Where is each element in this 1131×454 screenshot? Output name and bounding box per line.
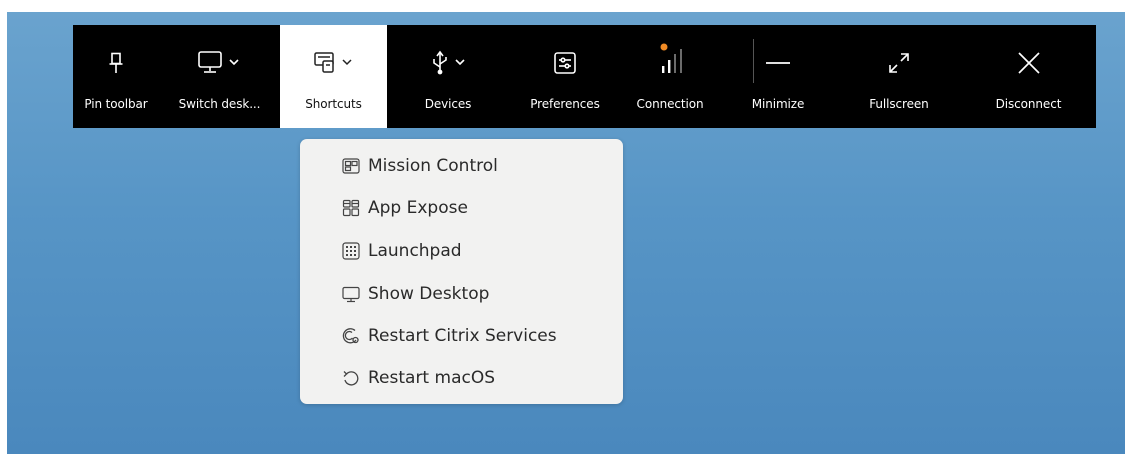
- menu-item-restart-citrix-services[interactable]: Restart Citrix Services: [342, 321, 557, 351]
- launchpad-icon: [342, 242, 360, 260]
- app-expose-icon: [342, 199, 360, 217]
- fullscreen-label: Fullscreen: [869, 97, 929, 111]
- menu-item-app-expose[interactable]: App Expose: [342, 193, 468, 223]
- pin-toolbar-button[interactable]: Pin toolbar: [73, 25, 159, 128]
- minimize-button[interactable]: Minimize: [719, 25, 837, 128]
- devices-label: Devices: [424, 97, 472, 111]
- monitor-icon: [159, 47, 280, 79]
- minimize-icon: [719, 47, 837, 79]
- fullscreen-button[interactable]: Fullscreen: [837, 25, 961, 128]
- close-icon: [961, 47, 1096, 79]
- restart-icon: [342, 369, 360, 387]
- citrix-toolbar: Pin toolbar Switch desk... Shortcuts Dev…: [73, 25, 1096, 128]
- pin-icon: [73, 47, 159, 79]
- menu-item-show-desktop[interactable]: Show Desktop: [342, 279, 489, 309]
- minimize-label: Minimize: [751, 97, 805, 111]
- restart-services-icon: [342, 327, 360, 345]
- show-desktop-icon: [342, 285, 360, 303]
- menu-item-launchpad[interactable]: Launchpad: [342, 236, 462, 266]
- menu-item-label: App Expose: [368, 198, 468, 218]
- disconnect-label: Disconnect: [995, 97, 1062, 111]
- devices-button[interactable]: Devices: [387, 25, 509, 128]
- menu-item-label: Restart macOS: [368, 368, 496, 388]
- switch-desktop-button[interactable]: Switch desk...: [159, 25, 280, 128]
- menu-item-label: Restart Citrix Services: [368, 326, 557, 346]
- preferences-button[interactable]: Preferences: [509, 25, 621, 128]
- shortcuts-menu: Mission Control App Expose Launchpad Sho…: [300, 139, 623, 404]
- switch-desktop-label: Switch desk...: [178, 97, 261, 111]
- toolbar-divider: [753, 39, 754, 83]
- pin-toolbar-label: Pin toolbar: [84, 97, 148, 111]
- menu-item-mission-control[interactable]: Mission Control: [342, 151, 498, 181]
- usb-icon: [387, 47, 509, 79]
- preferences-icon: [509, 47, 621, 79]
- connection-button[interactable]: Connection: [621, 25, 719, 128]
- fullscreen-icon: [837, 47, 961, 79]
- signal-icon: [621, 43, 719, 79]
- menu-item-label: Mission Control: [368, 156, 498, 176]
- connection-label: Connection: [636, 97, 704, 111]
- shortcuts-button[interactable]: Shortcuts: [280, 25, 387, 128]
- preferences-label: Preferences: [530, 97, 600, 111]
- shortcuts-icon: [280, 47, 387, 79]
- disconnect-button[interactable]: Disconnect: [961, 25, 1096, 128]
- shortcuts-label: Shortcuts: [305, 97, 362, 111]
- menu-item-label: Show Desktop: [368, 284, 490, 304]
- menu-item-restart-macos[interactable]: Restart macOS: [342, 363, 495, 393]
- menu-item-label: Launchpad: [368, 241, 462, 261]
- mission-control-icon: [342, 157, 360, 175]
